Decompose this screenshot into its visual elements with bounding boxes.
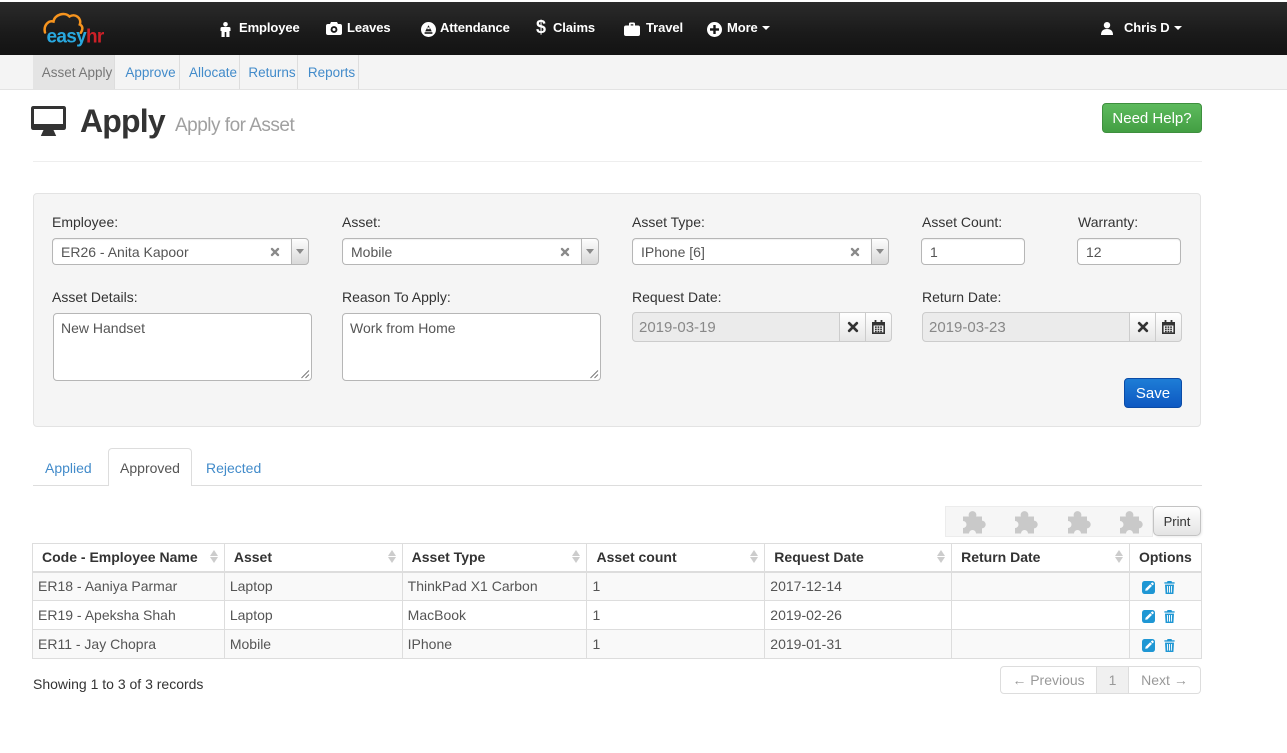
svg-text:easyhr: easyhr [47,27,105,48]
